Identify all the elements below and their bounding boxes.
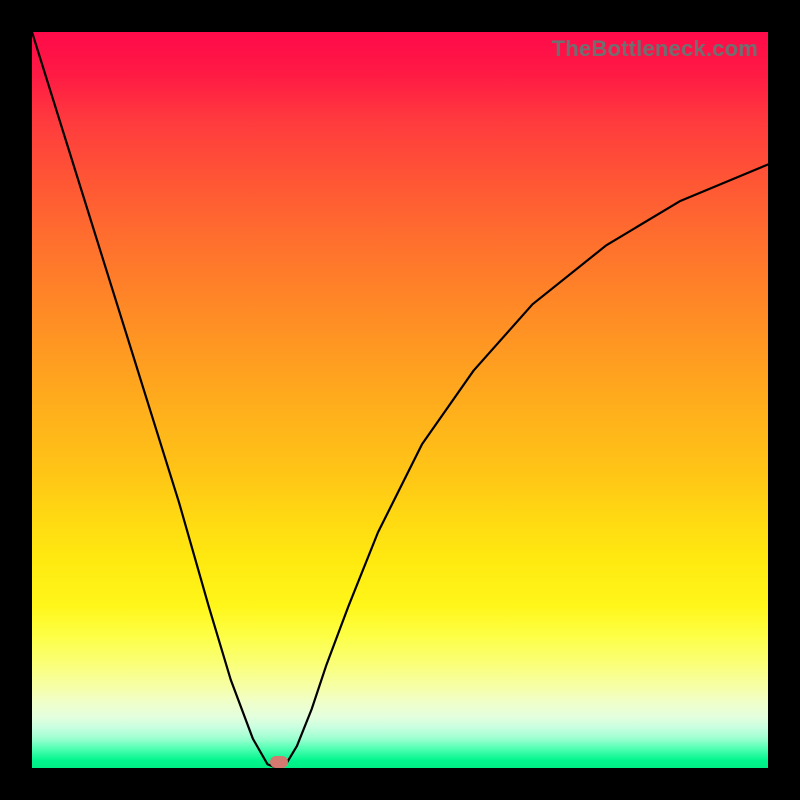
bottleneck-curve-path xyxy=(32,32,768,768)
plot-area: TheBottleneck.com xyxy=(32,32,768,768)
curve-svg xyxy=(32,32,768,768)
chart-frame: TheBottleneck.com xyxy=(0,0,800,800)
optimum-marker xyxy=(270,756,288,768)
